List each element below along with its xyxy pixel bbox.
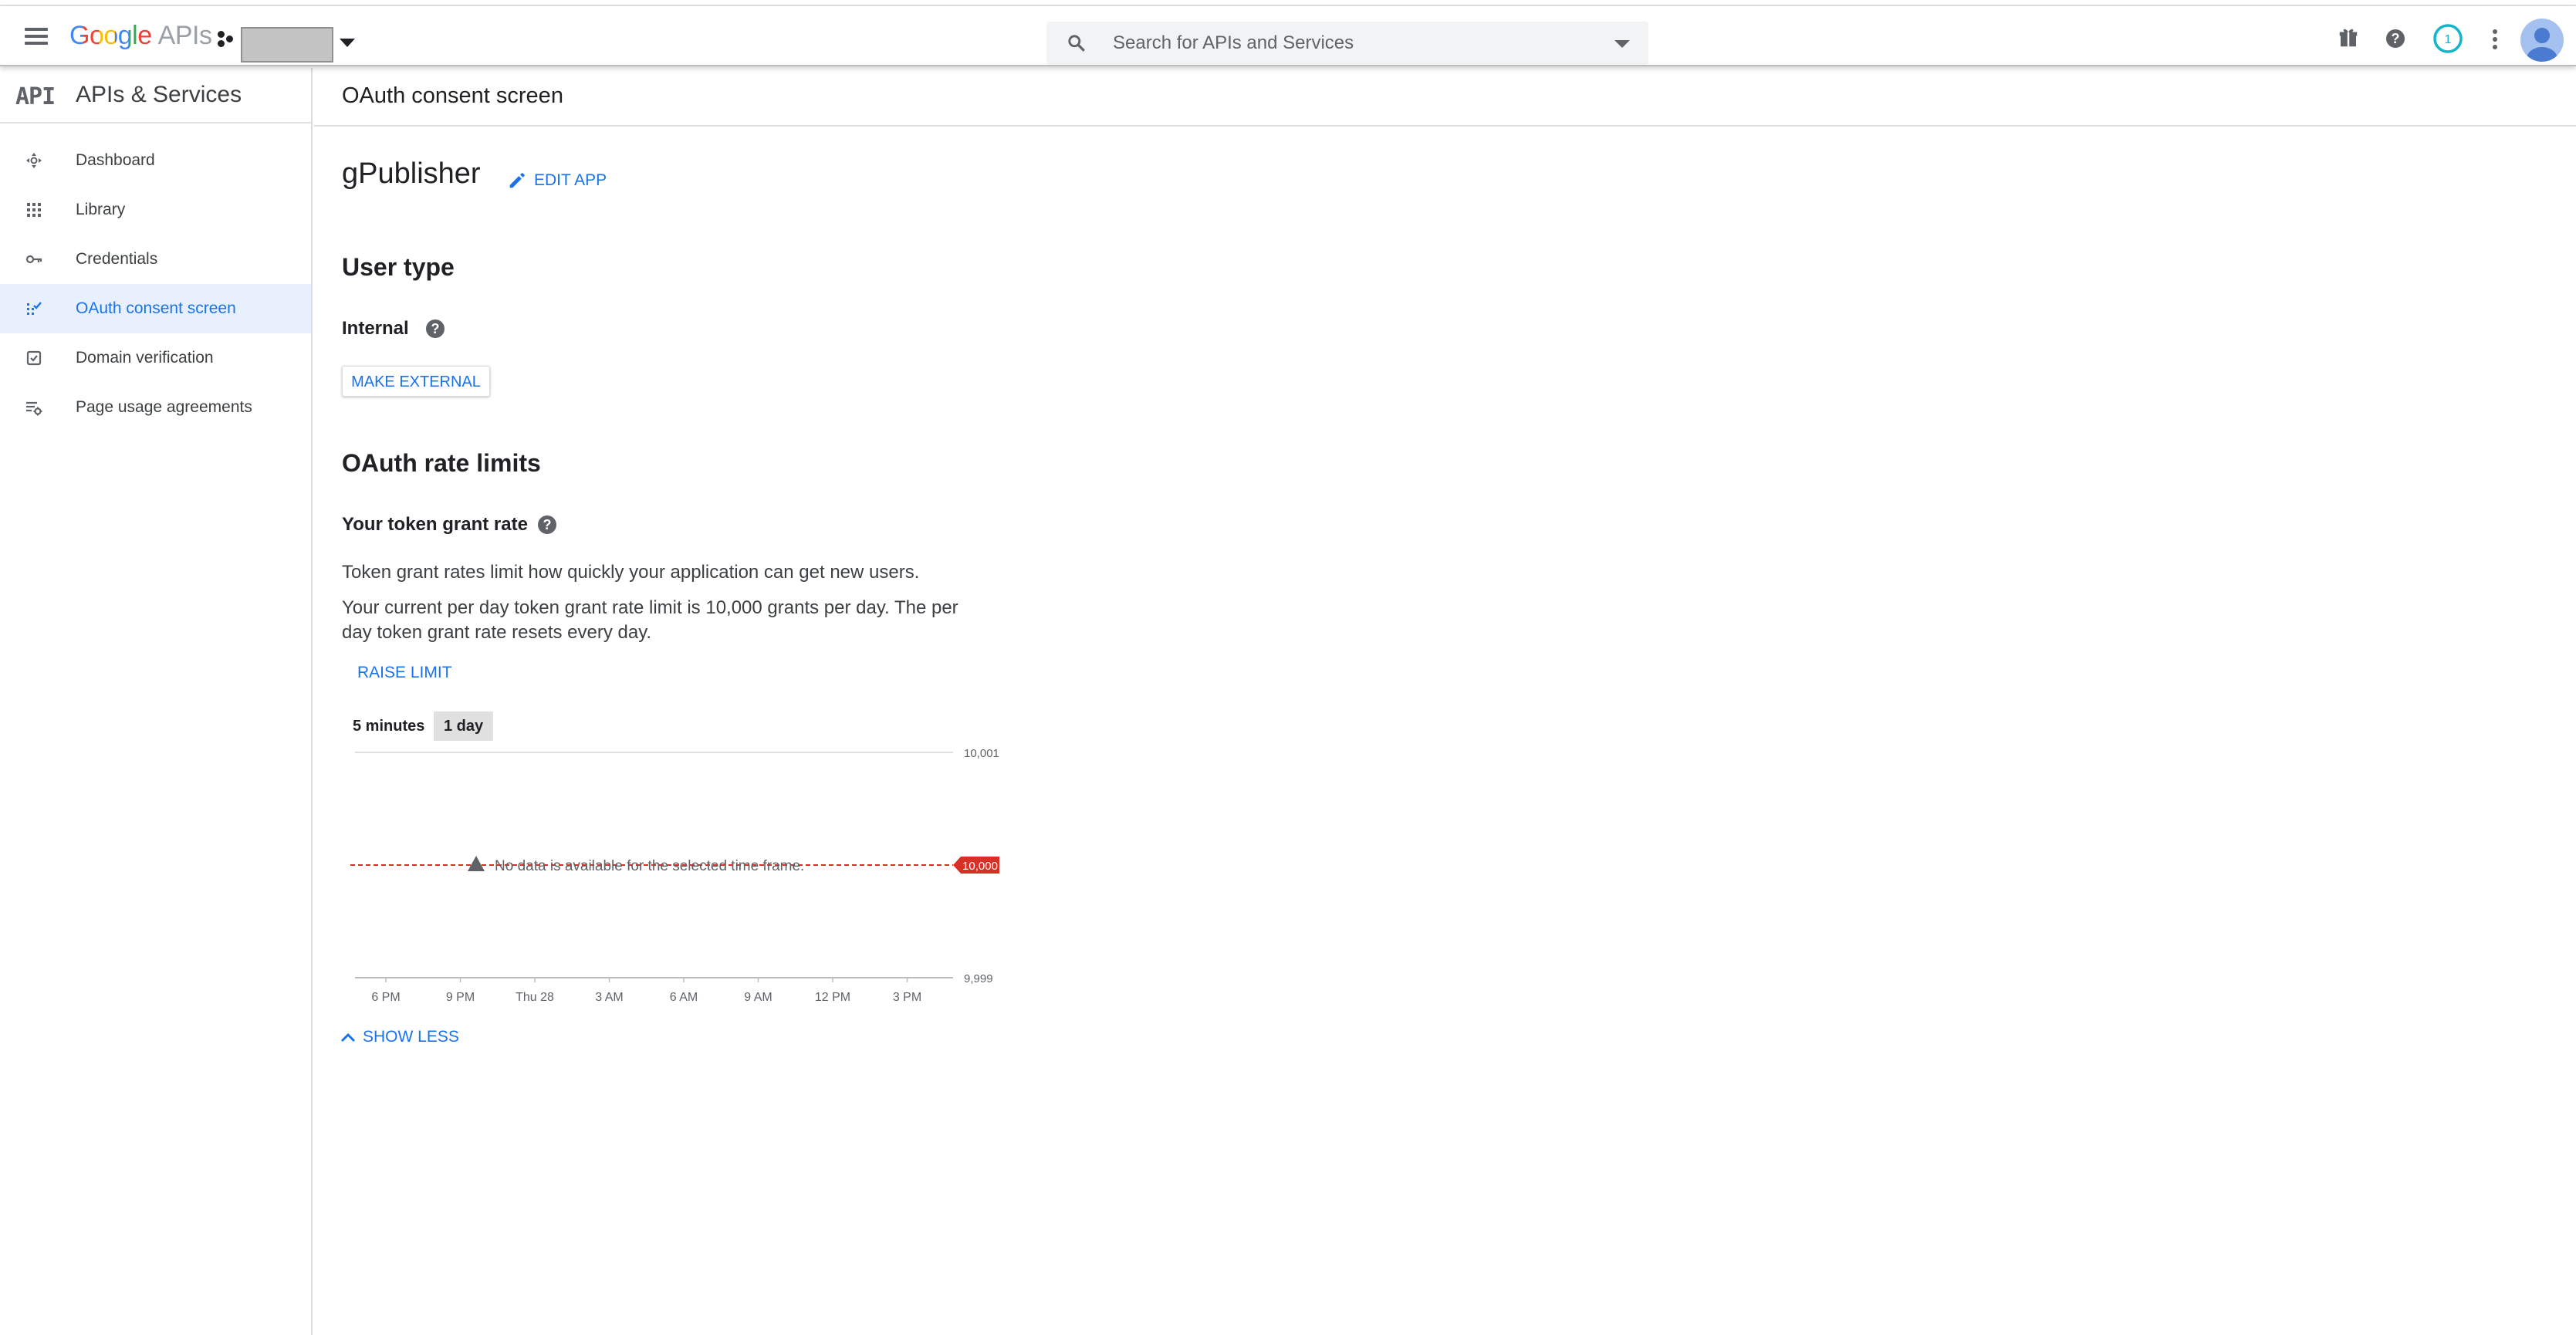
search-dropdown-icon[interactable] bbox=[1614, 40, 1630, 48]
sidebar-item-oauth-consent-screen[interactable]: OAuth consent screen bbox=[0, 284, 311, 333]
search-icon bbox=[1068, 35, 1085, 52]
settings-list-icon bbox=[26, 401, 42, 416]
sidebar-item-label: OAuth consent screen bbox=[76, 299, 236, 317]
sidebar-item-label: Library bbox=[76, 201, 126, 218]
top-app-bar: GoogleAPIs ? 1 bbox=[0, 6, 2576, 66]
help-icon[interactable]: ? bbox=[426, 319, 445, 338]
x-tick-label: 3 AM bbox=[595, 991, 623, 1004]
sidebar-title: APIs & Services bbox=[76, 82, 242, 107]
sidebar-item-credentials[interactable]: Credentials bbox=[0, 235, 311, 284]
user-type-value: Internal bbox=[342, 318, 409, 339]
y-tick-label: 10,001 bbox=[964, 747, 999, 760]
chevron-down-icon[interactable] bbox=[340, 39, 355, 47]
notifications-icon[interactable]: 1 bbox=[2432, 23, 2463, 54]
token-rate-label: Your token grant rate bbox=[342, 514, 528, 535]
library-icon bbox=[27, 203, 41, 217]
key-icon bbox=[25, 255, 42, 264]
token-rate-chart: 10,001 9,999 6 PM 9 PM Thu 28 3 AM 6 AM 9 AM 12 … bbox=[350, 747, 999, 1004]
app-name: gPublisher bbox=[342, 157, 481, 190]
project-selector[interactable] bbox=[241, 27, 333, 63]
no-data-message: No data is available for the selected ti… bbox=[495, 858, 804, 874]
sidebar-item-label: Domain verification bbox=[76, 349, 214, 367]
x-tick-label: 6 PM bbox=[371, 991, 400, 1004]
checkbox-icon bbox=[26, 350, 42, 366]
warning-icon bbox=[468, 856, 485, 871]
token-rate-limit-description: Your current per day token grant rate li… bbox=[342, 597, 958, 643]
search-bar[interactable] bbox=[1046, 22, 1648, 65]
x-tick-label: 9 AM bbox=[744, 991, 772, 1004]
make-external-button[interactable]: MAKE EXTERNAL bbox=[342, 366, 490, 397]
logo-apis: APIs bbox=[157, 21, 212, 50]
help-icon[interactable]: ? bbox=[2386, 29, 2405, 48]
logo-google: Google bbox=[69, 21, 152, 50]
browser-top-strip bbox=[0, 0, 2576, 6]
google-apis-logo[interactable]: Google APIs bbox=[69, 19, 212, 52]
token-rate-description: Token grant rates limit how quickly your… bbox=[342, 562, 920, 583]
sidebar-item-page-usage-agreements[interactable]: Page usage agreements bbox=[0, 383, 311, 432]
account-icon bbox=[2527, 28, 2557, 62]
user-type-heading: User type bbox=[342, 253, 455, 281]
rate-limits-heading: OAuth rate limits bbox=[342, 449, 541, 477]
pencil-icon bbox=[509, 173, 525, 188]
chevron-up-icon bbox=[340, 1033, 356, 1043]
raise-limit-button[interactable]: RAISE LIMIT bbox=[357, 664, 452, 682]
sidebar-item-dashboard[interactable]: Dashboard bbox=[0, 136, 311, 185]
more-vert-icon[interactable] bbox=[2485, 28, 2505, 51]
help-icon[interactable]: ? bbox=[538, 515, 556, 534]
project-dots-icon bbox=[216, 29, 238, 51]
sidebar-item-label: Dashboard bbox=[76, 151, 155, 169]
sidebar-item-label: Credentials bbox=[76, 250, 158, 268]
x-tick-label: Thu 28 bbox=[516, 991, 554, 1004]
threshold-label: 10,000 bbox=[962, 860, 998, 873]
dashboard-icon bbox=[26, 153, 42, 168]
sidebar-item-library[interactable]: Library bbox=[0, 185, 311, 235]
edit-app-label: EDIT APP bbox=[534, 171, 607, 189]
sidebar-header: API APIs & Services bbox=[0, 68, 311, 123]
search-input[interactable] bbox=[1113, 28, 1576, 59]
show-less-label: SHOW LESS bbox=[363, 1028, 459, 1046]
x-tick-label: 12 PM bbox=[815, 991, 850, 1004]
notification-count: 1 bbox=[2445, 33, 2452, 46]
page-title: OAuth consent screen bbox=[342, 83, 563, 108]
y-tick-label: 9,999 bbox=[964, 972, 993, 985]
x-tick-label: 6 AM bbox=[670, 991, 698, 1004]
api-logo: API bbox=[15, 83, 56, 110]
sidebar: API APIs & Services Dashboard Library Cr bbox=[0, 68, 313, 1335]
sidebar-item-domain-verification[interactable]: Domain verification bbox=[0, 333, 311, 383]
avatar[interactable] bbox=[2520, 19, 2564, 62]
gift-icon[interactable] bbox=[2337, 26, 2360, 49]
x-tick-label: 3 PM bbox=[893, 991, 921, 1004]
menu-icon[interactable] bbox=[22, 23, 52, 49]
consent-icon bbox=[27, 302, 42, 315]
page-header: OAuth consent screen bbox=[314, 68, 2576, 127]
sidebar-item-label: Page usage agreements bbox=[76, 398, 252, 416]
x-tick-label: 9 PM bbox=[446, 991, 475, 1004]
